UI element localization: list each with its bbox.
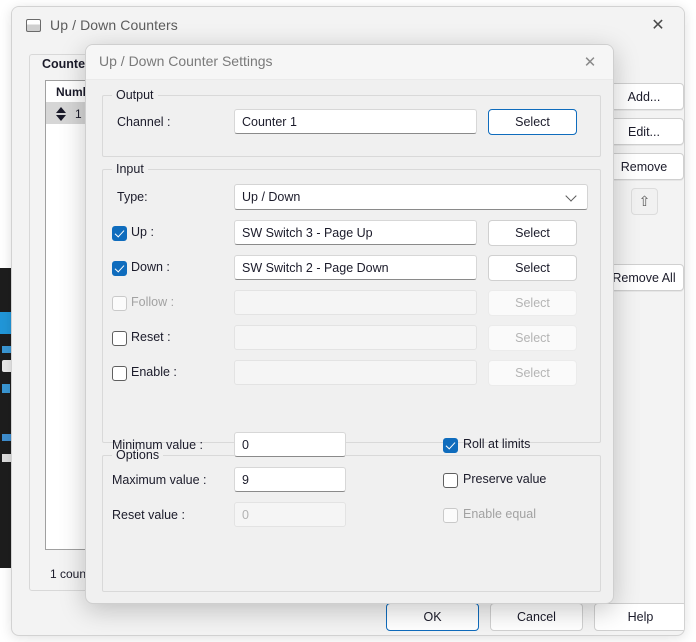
up-label: Up : xyxy=(131,225,154,239)
parent-help-button[interactable]: Help xyxy=(594,603,685,631)
parent-ok-button[interactable]: OK xyxy=(386,603,479,631)
down-input[interactable]: SW Switch 2 - Page Down xyxy=(234,255,477,280)
type-select[interactable]: Up / Down xyxy=(234,184,588,210)
roll-at-limits-checkbox[interactable] xyxy=(443,438,458,453)
follow-checkbox xyxy=(112,296,127,311)
close-icon[interactable]: ✕ xyxy=(640,13,676,39)
maximum-value-input[interactable]: 9 xyxy=(234,467,346,492)
reset-checkbox[interactable] xyxy=(112,331,127,346)
background-glyph-1 xyxy=(2,346,11,353)
counter-number: 1 xyxy=(75,107,82,121)
down-select-button[interactable]: Select xyxy=(488,255,577,281)
channel-select-button[interactable]: Select xyxy=(488,109,577,135)
arrow-up-icon: ⇧ xyxy=(639,193,651,210)
parent-cancel-button[interactable]: Cancel xyxy=(490,603,583,631)
preserve-value-label: Preserve value xyxy=(463,472,546,486)
desktop-background: Up / Down Counters ✕ Counters Number 1 1… xyxy=(0,0,696,642)
up-down-counter-settings-dialog: Up / Down Counter Settings ✕ Output Chan… xyxy=(85,44,614,604)
minimum-value-label: Minimum value : xyxy=(112,438,203,452)
enable-input xyxy=(234,360,477,385)
up-down-arrows-icon xyxy=(56,107,67,121)
dialog-titlebar[interactable]: Up / Down Counter Settings ✕ xyxy=(86,45,613,80)
maximum-value-label: Maximum value : xyxy=(112,473,206,487)
follow-select-button: Select xyxy=(488,290,577,316)
reset-select-button: Select xyxy=(488,325,577,351)
reset-input xyxy=(234,325,477,350)
dialog-title: Up / Down Counter Settings xyxy=(99,53,273,69)
up-input[interactable]: SW Switch 3 - Page Up xyxy=(234,220,477,245)
down-checkbox[interactable] xyxy=(112,261,127,276)
enable-equal-checkbox xyxy=(443,508,458,523)
edit-button[interactable]: Edit... xyxy=(604,118,684,145)
down-label: Down : xyxy=(131,260,170,274)
reset-label: Reset : xyxy=(131,330,171,344)
remove-button[interactable]: Remove xyxy=(604,153,684,180)
reset-value-input: 0 xyxy=(234,502,346,527)
background-glyph-3 xyxy=(2,384,10,393)
move-up-button[interactable]: ⇧ xyxy=(631,188,658,215)
follow-input xyxy=(234,290,477,315)
enable-equal-label: Enable equal xyxy=(463,507,536,521)
type-select-value: Up / Down xyxy=(242,190,300,204)
add-button[interactable]: Add... xyxy=(604,83,684,110)
page-title: Up / Down Counters xyxy=(50,17,178,33)
enable-select-button: Select xyxy=(488,360,577,386)
window-icon xyxy=(26,19,41,32)
reset-value-label: Reset value : xyxy=(112,508,185,522)
roll-at-limits-label: Roll at limits xyxy=(463,437,530,451)
window-titlebar[interactable]: Up / Down Counters ✕ xyxy=(12,7,684,45)
enable-checkbox[interactable] xyxy=(112,366,127,381)
output-groupbox-legend: Output xyxy=(112,88,158,102)
up-select-button[interactable]: Select xyxy=(488,220,577,246)
enable-label: Enable : xyxy=(131,365,177,379)
input-groupbox-legend: Input xyxy=(112,162,148,176)
preserve-value-checkbox[interactable] xyxy=(443,473,458,488)
minimum-value-input[interactable]: 0 xyxy=(234,432,346,457)
channel-input[interactable]: Counter 1 xyxy=(234,109,477,134)
remove-all-button[interactable]: Remove All xyxy=(604,264,684,291)
follow-label: Follow : xyxy=(131,295,174,309)
channel-label: Channel : xyxy=(117,115,171,129)
chevron-down-icon xyxy=(567,192,577,202)
type-label: Type: xyxy=(117,190,148,204)
background-glyph-4 xyxy=(2,434,11,441)
up-checkbox[interactable] xyxy=(112,226,127,241)
close-icon[interactable]: ✕ xyxy=(573,49,607,75)
